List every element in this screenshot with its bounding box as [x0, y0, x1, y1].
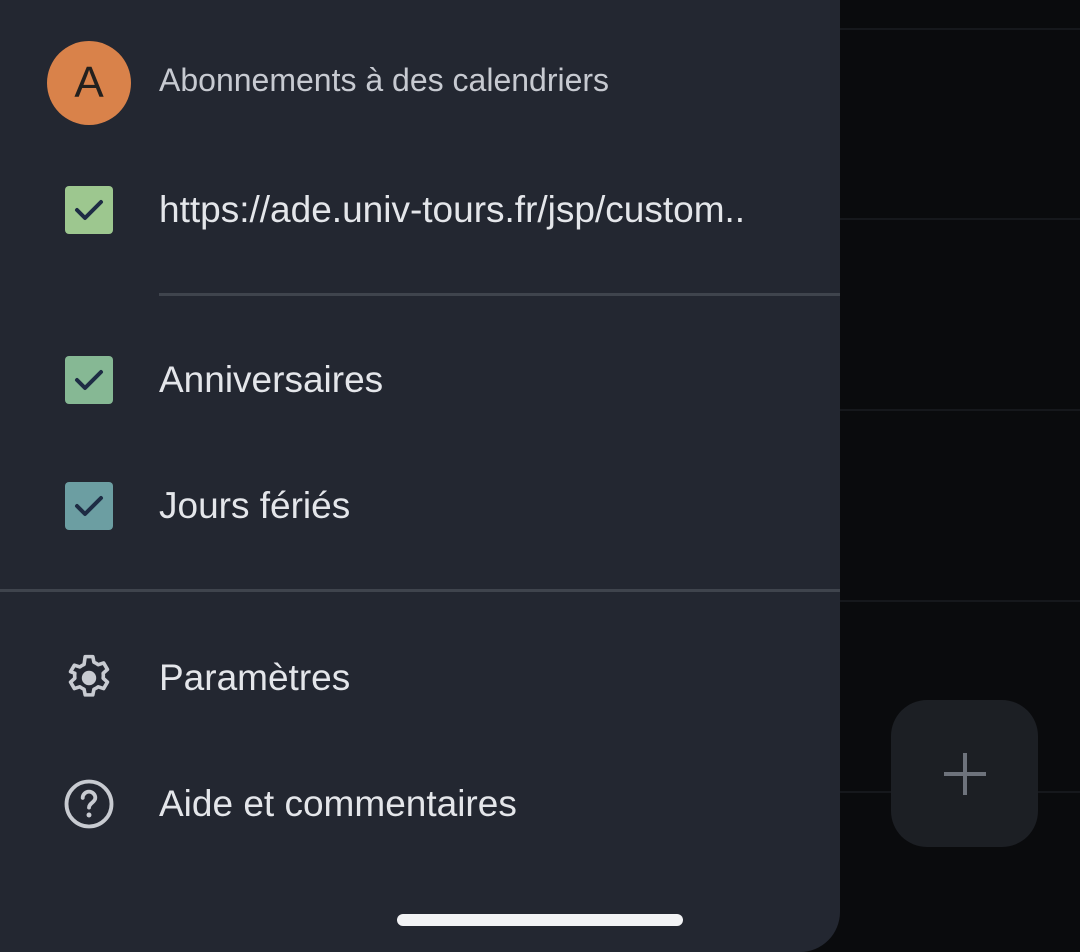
calendar-label: Anniversaires: [159, 359, 384, 400]
plus-icon: [943, 752, 986, 795]
checkbox-wrap: [64, 481, 114, 531]
calendar-label: https://ade.univ-tours.fr/jsp/custom..: [159, 189, 746, 230]
home-indicator[interactable]: [397, 914, 683, 926]
divider: [159, 293, 840, 296]
calendar-grid-line: [840, 218, 1080, 220]
menu-item-settings[interactable]: Paramètres: [0, 628, 840, 728]
avatar-letter: A: [74, 58, 104, 107]
screen: A Abonnements à des calendriers https://…: [0, 0, 1080, 952]
checkmark-icon: [75, 370, 103, 390]
menu-item-label: Aide et commentaires: [159, 783, 517, 824]
navigation-drawer: A Abonnements à des calendriers https://…: [0, 0, 840, 952]
icon-wrap: [62, 651, 116, 705]
checkbox-wrap: [64, 185, 114, 235]
calendar-grid-line: [840, 409, 1080, 411]
account-avatar[interactable]: A: [47, 41, 131, 125]
calendar-grid-line: [840, 600, 1080, 602]
help-icon: [64, 779, 114, 829]
menu-item-label: Paramètres: [159, 657, 351, 698]
checkmark-icon: [75, 200, 103, 220]
calendar-item-subscription[interactable]: https://ade.univ-tours.fr/jsp/custom..: [0, 160, 840, 260]
checkbox-wrap: [64, 355, 114, 405]
calendar-item-anniversaires[interactable]: Anniversaires: [0, 330, 840, 430]
divider: [0, 589, 840, 592]
calendar-checkbox[interactable]: [65, 482, 113, 530]
create-event-fab[interactable]: [891, 700, 1038, 847]
icon-wrap: [62, 777, 116, 831]
calendar-item-jours-feries[interactable]: Jours fériés: [0, 456, 840, 556]
gear-icon: [68, 654, 110, 697]
checkmark-icon: [75, 496, 103, 516]
calendar-checkbox[interactable]: [65, 356, 113, 404]
calendar-grid-line: [840, 28, 1080, 30]
subscriptions-section-title: Abonnements à des calendriers: [159, 62, 610, 98]
calendar-label: Jours fériés: [159, 485, 351, 526]
menu-item-help[interactable]: Aide et commentaires: [0, 754, 840, 854]
calendar-checkbox[interactable]: [65, 186, 113, 234]
